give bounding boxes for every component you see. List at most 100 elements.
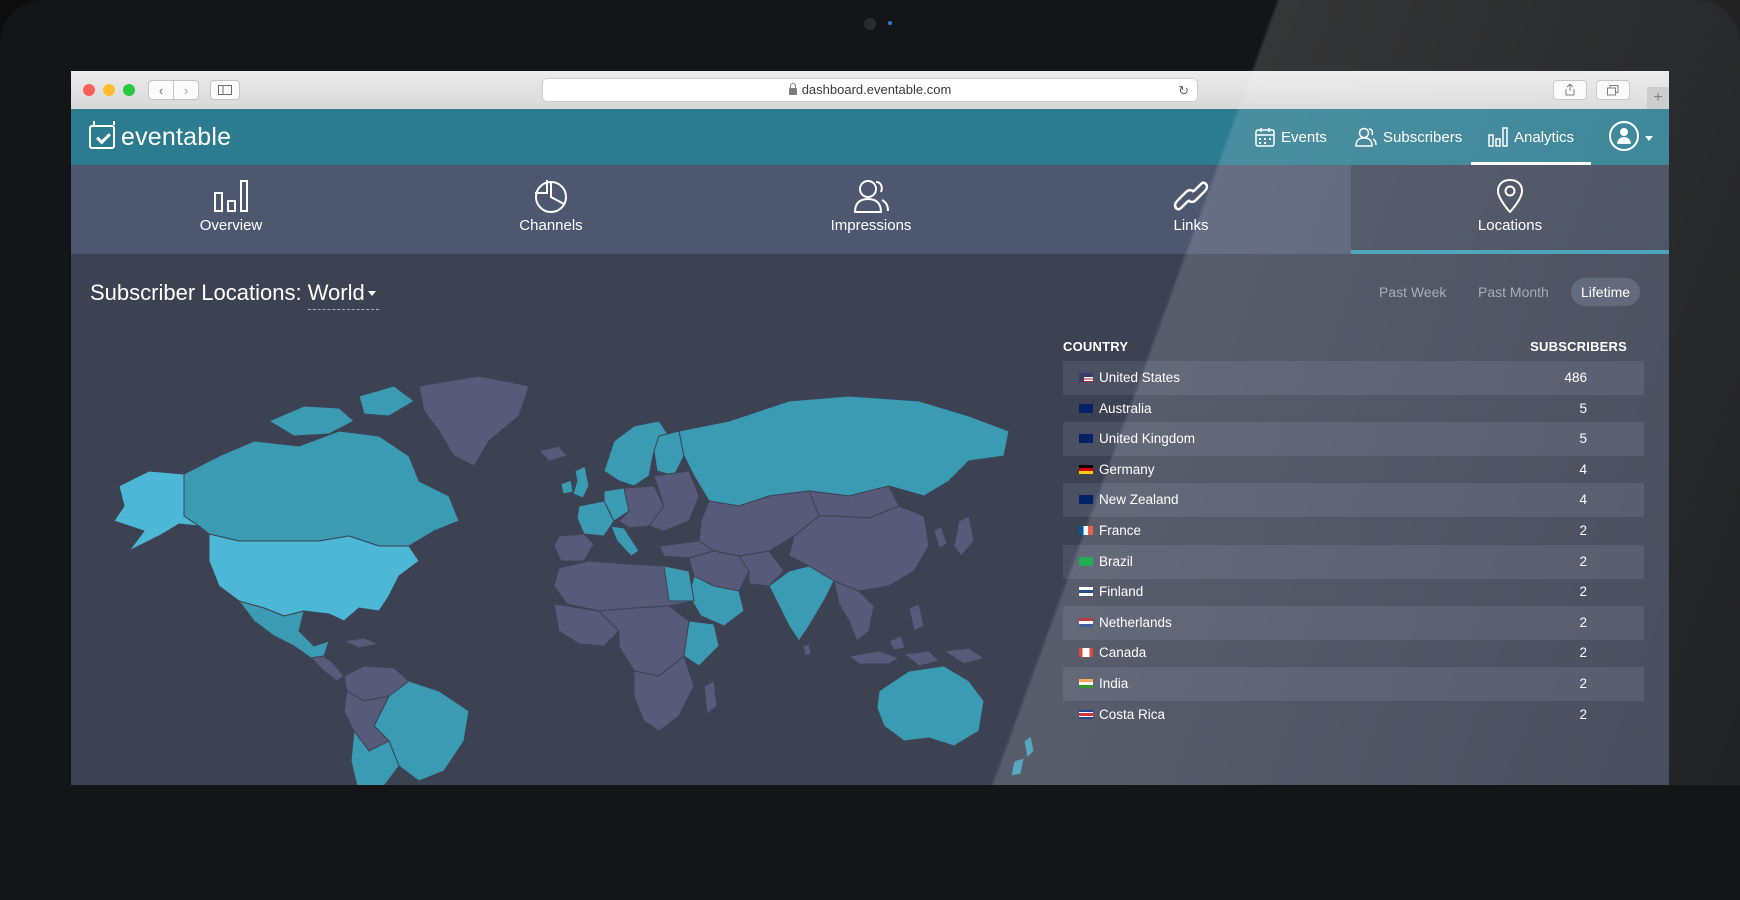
- sidebar-icon: [218, 85, 232, 95]
- range-past-month[interactable]: Past Month: [1468, 278, 1559, 306]
- tab-impressions-label: Impressions: [830, 217, 912, 234]
- subscriber-count: 4: [1579, 492, 1587, 508]
- tab-links[interactable]: Links: [1031, 165, 1351, 254]
- region-select[interactable]: World: [307, 280, 379, 310]
- table-row[interactable]: United States 486: [1063, 361, 1644, 395]
- map-region-egypt[interactable]: [663, 565, 695, 602]
- tab-impressions[interactable]: Impressions: [711, 165, 1031, 254]
- reload-icon[interactable]: ↻: [1178, 80, 1189, 102]
- minimize-window-button[interactable]: [103, 84, 115, 96]
- flag-icon: [1079, 495, 1093, 505]
- map-region-iberia[interactable]: [553, 533, 595, 562]
- location-pin-icon: [1496, 179, 1524, 213]
- table-row[interactable]: Canada 2: [1063, 636, 1644, 670]
- nav-events-label: Events: [1281, 128, 1327, 146]
- subscriber-count: 2: [1579, 553, 1587, 569]
- screen: ‹ › dashboard.eventable.com ↻ + eventabl…: [71, 71, 1669, 785]
- close-window-button[interactable]: [83, 84, 95, 96]
- range-past-week[interactable]: Past Week: [1369, 278, 1456, 306]
- map-region-caribbean[interactable]: [343, 637, 380, 649]
- new-tab-button[interactable]: +: [1647, 87, 1669, 109]
- browser-toolbar: ‹ › dashboard.eventable.com ↻ +: [71, 71, 1669, 110]
- map-region-madagascar[interactable]: [703, 680, 718, 715]
- map-region-philippines[interactable]: [908, 603, 925, 632]
- map-region-arctic-islands[interactable]: [268, 385, 415, 437]
- chevron-right-icon: ›: [183, 83, 189, 98]
- nav-subscribers[interactable]: Subscribers: [1355, 109, 1462, 165]
- col-country-header: COUNTRY: [1063, 339, 1129, 354]
- flag-icon: [1079, 403, 1093, 413]
- map-region-russia[interactable]: [678, 395, 1010, 507]
- map-region-sri-lanka[interactable]: [802, 643, 812, 657]
- forward-button[interactable]: ›: [173, 80, 199, 100]
- country-name: New Zealand: [1099, 492, 1179, 508]
- table-row[interactable]: Costa Rica 2: [1063, 698, 1644, 732]
- map-region-new-guinea[interactable]: [943, 647, 985, 665]
- caret-down-icon[interactable]: [1645, 136, 1653, 141]
- flag-icon: [1079, 617, 1093, 627]
- share-button[interactable]: [1553, 80, 1587, 100]
- table-row[interactable]: Australia 5: [1063, 392, 1644, 426]
- subscriber-count: 5: [1579, 400, 1587, 416]
- subscriber-count: 2: [1579, 645, 1587, 661]
- map-region-new-zealand[interactable]: [1010, 735, 1035, 777]
- country-name: Netherlands: [1099, 614, 1172, 630]
- country-name: Germany: [1099, 461, 1155, 477]
- country-name: Canada: [1099, 645, 1147, 661]
- user-menu-button[interactable]: [1609, 121, 1639, 151]
- subscriber-count: 4: [1579, 461, 1587, 477]
- col-subscribers-header: SUBSCRIBERS: [1530, 339, 1627, 354]
- tabs-icon: [1607, 85, 1619, 96]
- table-row[interactable]: India 2: [1063, 667, 1644, 701]
- nav-events[interactable]: Events: [1255, 109, 1327, 165]
- subscriber-count: 5: [1579, 431, 1587, 447]
- map-region-australia[interactable]: [876, 665, 985, 747]
- table-row[interactable]: France 2: [1063, 514, 1644, 548]
- map-region-united-kingdom[interactable]: [572, 465, 590, 499]
- tab-channels[interactable]: Channels: [391, 165, 711, 254]
- table-row[interactable]: Germany 4: [1063, 453, 1644, 487]
- map-region-greenland[interactable]: [418, 375, 530, 467]
- map-region-central-america[interactable]: [310, 655, 345, 682]
- map-region-ireland[interactable]: [560, 479, 574, 495]
- zoom-window-button[interactable]: [123, 84, 135, 96]
- map-region-india[interactable]: [768, 565, 835, 642]
- map-region-korea-japan[interactable]: [933, 515, 975, 557]
- table-row[interactable]: Finland 2: [1063, 575, 1644, 609]
- flag-icon: [1079, 464, 1093, 474]
- map-region-italy[interactable]: [610, 525, 640, 557]
- nav-subscribers-label: Subscribers: [1383, 128, 1463, 146]
- table-row[interactable]: United Kingdom 5: [1063, 422, 1644, 457]
- back-button[interactable]: ‹: [148, 80, 174, 100]
- table-row[interactable]: Brazil 2: [1063, 544, 1644, 579]
- tab-locations[interactable]: Locations: [1351, 165, 1669, 254]
- map-region-east-africa[interactable]: [683, 620, 720, 667]
- subscriber-count: 2: [1579, 523, 1587, 538]
- world-map[interactable]: [89, 346, 1079, 785]
- table-row[interactable]: Netherlands 2: [1063, 605, 1644, 640]
- tab-overview[interactable]: Overview: [71, 165, 391, 254]
- nav-analytics[interactable]: Analytics: [1471, 109, 1592, 165]
- map-region-finland[interactable]: [653, 430, 685, 477]
- table-row[interactable]: New Zealand 4: [1063, 483, 1644, 518]
- map-region-indonesia[interactable]: [848, 635, 940, 667]
- address-bar[interactable]: dashboard.eventable.com ↻: [542, 78, 1198, 102]
- sidebar-toggle-button[interactable]: [210, 80, 240, 100]
- map-region-iceland[interactable]: [538, 445, 568, 462]
- tab-links-label: Links: [1173, 217, 1209, 234]
- map-region-canada[interactable]: [183, 430, 460, 547]
- subscriber-count: 2: [1579, 676, 1587, 691]
- country-name: Costa Rica: [1099, 706, 1166, 722]
- logo[interactable]: eventable: [89, 121, 231, 153]
- users-icon: [1355, 127, 1377, 147]
- page-title-prefix: Subscriber Locations:: [90, 280, 302, 305]
- calendar-icon: [1255, 128, 1275, 147]
- country-name: India: [1099, 676, 1129, 691]
- map-region-united-states[interactable]: [208, 533, 420, 622]
- calendar-check-icon: [89, 121, 115, 149]
- country-name: United Kingdom: [1099, 431, 1196, 447]
- tabs-overview-button[interactable]: [1596, 80, 1630, 100]
- tab-locations-label: Locations: [1477, 217, 1543, 234]
- range-lifetime[interactable]: Lifetime: [1571, 278, 1641, 306]
- flag-icon: [1079, 434, 1093, 444]
